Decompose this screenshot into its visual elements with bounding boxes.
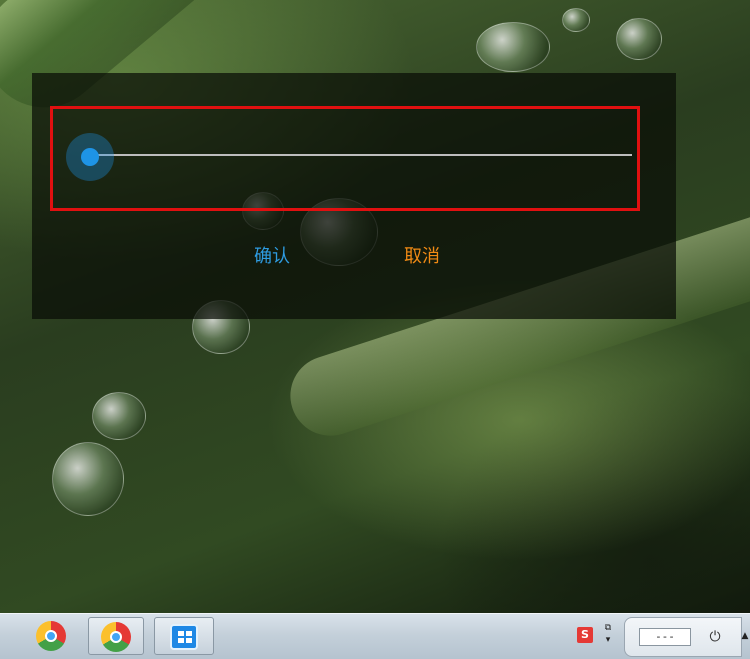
ime-icon[interactable]: S: [577, 627, 593, 643]
app-window-icon: [170, 624, 198, 650]
water-drop: [476, 22, 550, 72]
cancel-button[interactable]: 取消: [404, 245, 440, 269]
taskbar: S ⧉ ▾ --- ⏻ ▲: [0, 613, 750, 659]
slider-track[interactable]: [90, 154, 632, 156]
water-drop: [562, 8, 590, 32]
show-hidden-icons-arrow[interactable]: ▲: [740, 628, 750, 644]
system-tray: --- ⏻: [624, 617, 742, 657]
value-picker-dialog: 确认 取消: [32, 73, 676, 319]
confirm-button[interactable]: 确认: [254, 245, 290, 269]
browser-icon: [101, 622, 131, 652]
tray-status-field[interactable]: ---: [639, 628, 691, 646]
highlight-box: [50, 106, 640, 211]
taskbar-app-window[interactable]: [154, 617, 214, 655]
water-drop: [616, 18, 662, 60]
water-drop: [92, 392, 146, 440]
browser-icon: [36, 621, 66, 651]
slider-thumb[interactable]: [81, 148, 99, 166]
plug-icon[interactable]: ⏻: [705, 628, 725, 646]
taskbar-browser-pinned[interactable]: [24, 617, 80, 655]
tray-mini-icons[interactable]: ⧉ ▾: [602, 622, 614, 648]
water-drop: [52, 442, 124, 516]
taskbar-browser-window[interactable]: [88, 617, 144, 655]
